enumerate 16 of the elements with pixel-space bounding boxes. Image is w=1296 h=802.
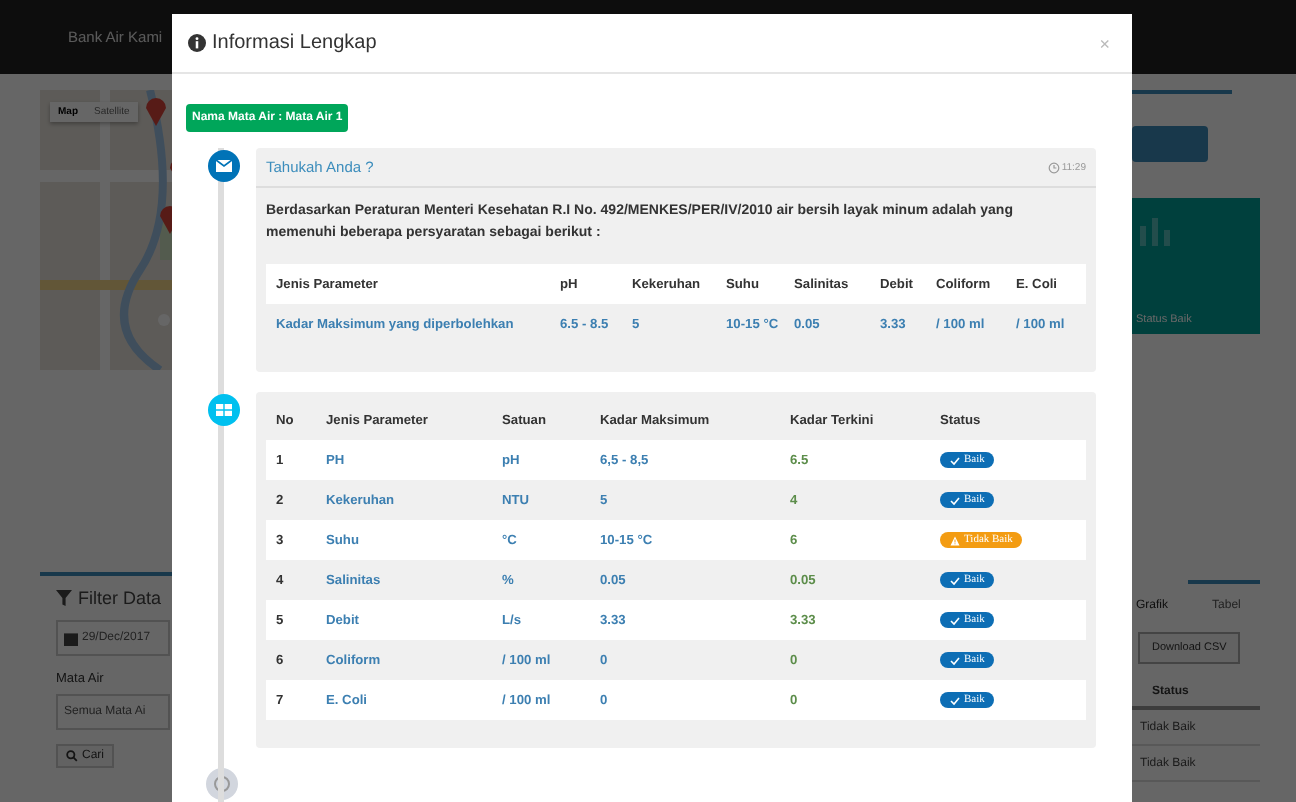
action-button[interactable] [1132, 126, 1208, 162]
check-icon [950, 655, 960, 665]
envelope-icon [208, 150, 240, 182]
check-icon [950, 455, 960, 465]
close-button[interactable]: × [1093, 33, 1116, 53]
check-icon [950, 575, 960, 585]
check-icon [950, 695, 960, 705]
search-icon [66, 750, 78, 762]
warning-icon [950, 535, 960, 545]
modal-title: Informasi Lengkap [212, 32, 377, 54]
table-icon [208, 394, 240, 426]
check-icon [950, 495, 960, 505]
check-icon [950, 615, 960, 625]
info-icon [188, 34, 206, 52]
funnel-icon [56, 590, 72, 606]
panel-title: Filter Data [78, 588, 162, 608]
